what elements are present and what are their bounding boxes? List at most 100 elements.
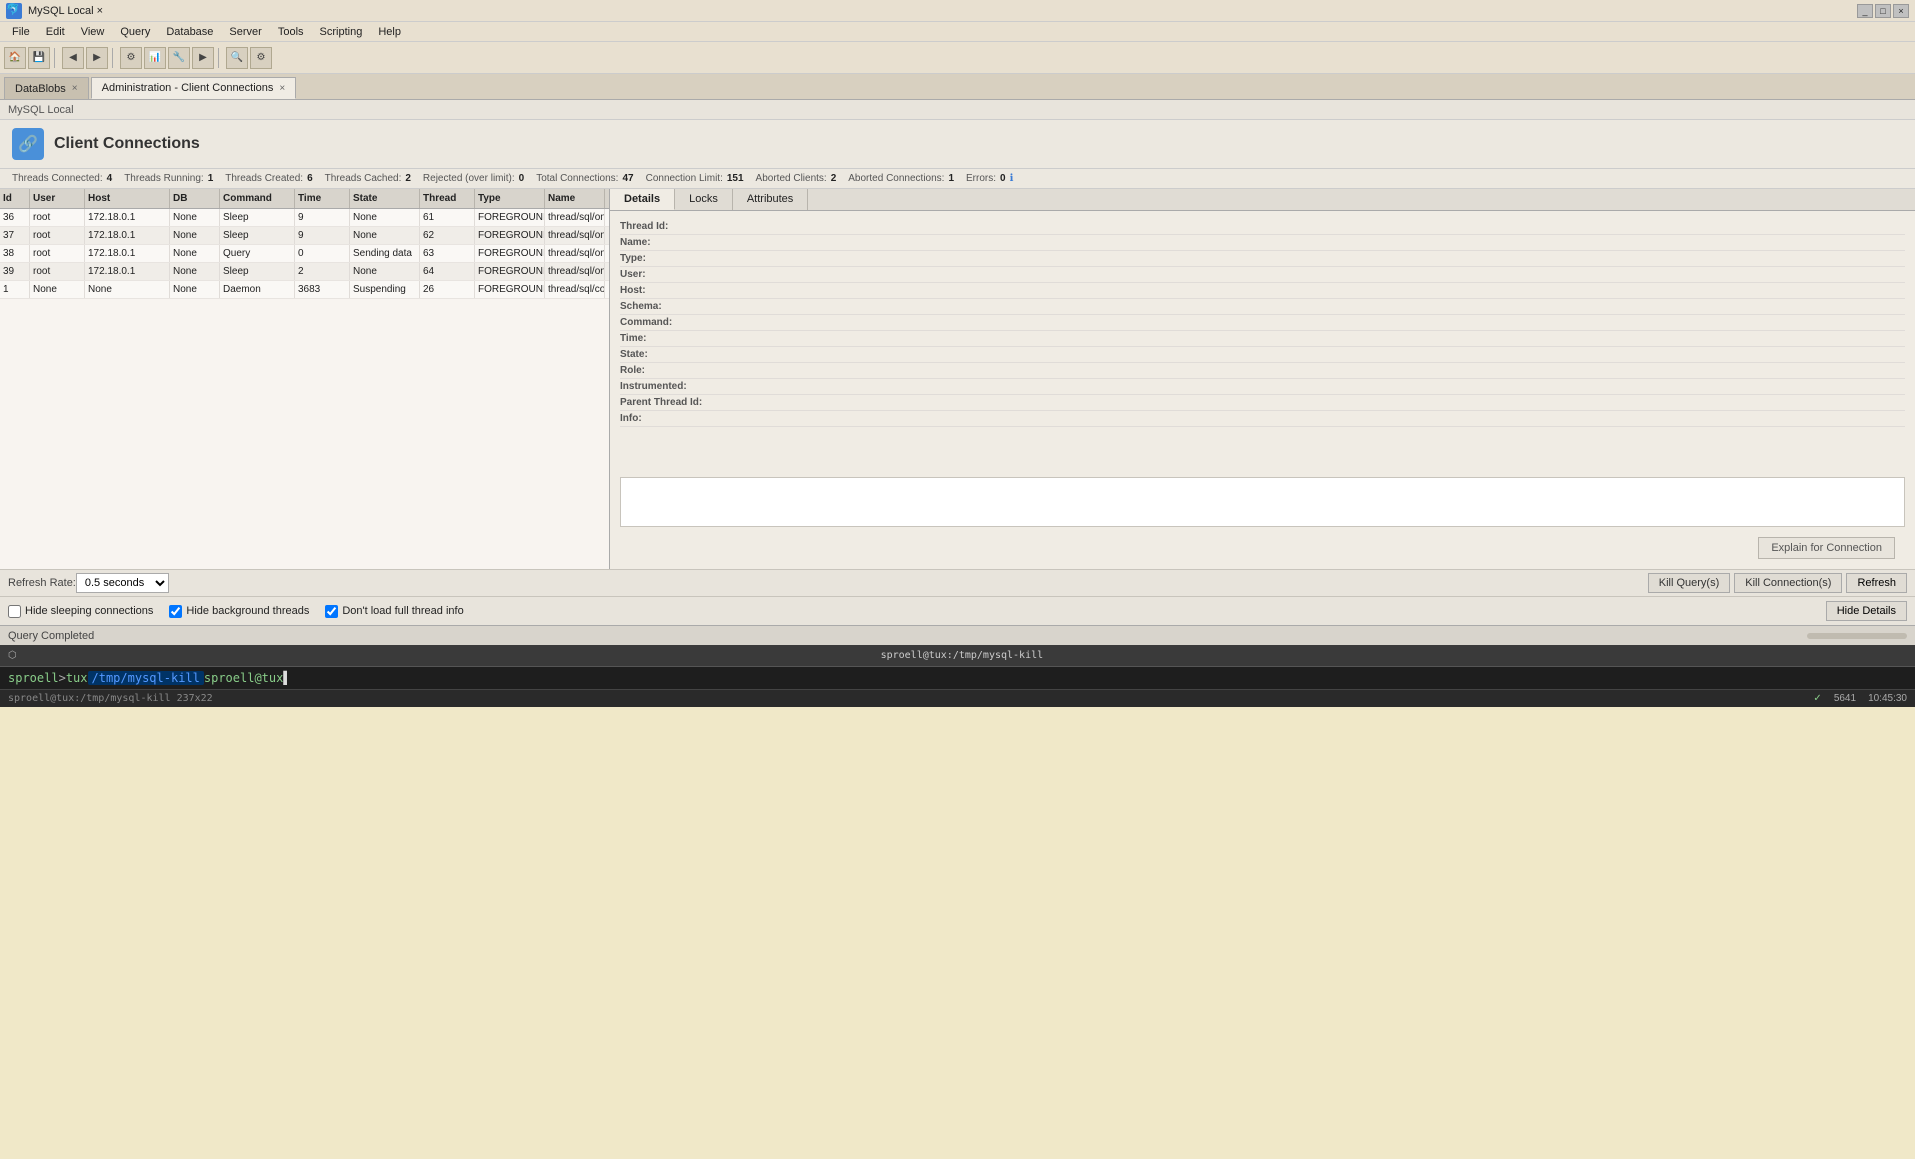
hide-background-checkbox-label[interactable]: Hide background threads: [169, 605, 309, 618]
toolbar-sep2: [112, 48, 116, 68]
menu-edit[interactable]: Edit: [38, 24, 73, 40]
toolbar-btn6[interactable]: ▶: [192, 47, 214, 69]
main-area: Id User Host DB Command Time State Threa…: [0, 189, 1915, 569]
table-cell-0-2: 172.18.0.1: [85, 209, 170, 226]
menu-database[interactable]: Database: [158, 24, 221, 40]
kill-query-button[interactable]: Kill Query(s): [1648, 573, 1731, 593]
hide-details-button[interactable]: Hide Details: [1826, 601, 1907, 621]
tab-bar: DataBlobs × Administration - Client Conn…: [0, 74, 1915, 100]
info-text-box[interactable]: [620, 477, 1905, 527]
terminal-container: ⬡ sproell@tux:/tmp/mysql-kill sproell > …: [0, 645, 1915, 707]
hide-sleeping-checkbox[interactable]: [8, 605, 21, 618]
detail-time: Time:: [620, 331, 1905, 347]
stat-aborted-clients: Aborted Clients: 2: [756, 173, 837, 184]
col-db[interactable]: DB: [170, 189, 220, 208]
table-cell-1-9: thread/sql/on: [545, 227, 605, 244]
table-cell-0-4: Sleep: [220, 209, 295, 226]
toolbar-search[interactable]: 🔍: [226, 47, 248, 69]
page-title: Client Connections: [54, 135, 200, 153]
table-cell-1-6: None: [350, 227, 420, 244]
refresh-rate-select[interactable]: Don't refresh0.5 seconds1 second2 second…: [76, 573, 169, 593]
toolbar-sep1: [54, 48, 58, 68]
toolbar-btn5[interactable]: 🔧: [168, 47, 190, 69]
dont-load-thread-checkbox[interactable]: [325, 605, 338, 618]
terminal-body[interactable]: sproell > tux /tmp/mysql-kill sproell@tu…: [0, 667, 1915, 689]
menu-server[interactable]: Server: [221, 24, 269, 40]
toolbar-home[interactable]: 🏠: [4, 47, 26, 69]
menu-help[interactable]: Help: [370, 24, 409, 40]
table-cell-1-0: 37: [0, 227, 30, 244]
terminal-path: /tmp/mysql-kill: [88, 671, 204, 685]
table-cell-3-7: 64: [420, 263, 475, 280]
table-row[interactable]: 36root172.18.0.1NoneSleep9None61FOREGROU…: [0, 209, 609, 227]
col-type[interactable]: Type: [475, 189, 545, 208]
table-row[interactable]: 38root172.18.0.1NoneQuery0Sending data63…: [0, 245, 609, 263]
tab-datablobs-close[interactable]: ×: [72, 83, 78, 94]
errors-info-icon[interactable]: ℹ: [1010, 173, 1014, 184]
col-id[interactable]: Id: [0, 189, 30, 208]
col-state[interactable]: State: [350, 189, 420, 208]
toolbar-forward[interactable]: ▶: [86, 47, 108, 69]
menu-file[interactable]: File: [4, 24, 38, 40]
menu-scripting[interactable]: Scripting: [312, 24, 371, 40]
tab-client-connections-close[interactable]: ×: [279, 83, 285, 94]
toolbar-settings[interactable]: ⚙: [250, 47, 272, 69]
detail-instrumented: Instrumented:: [620, 379, 1905, 395]
refresh-button[interactable]: Refresh: [1846, 573, 1907, 593]
dont-load-thread-checkbox-label[interactable]: Don't load full thread info: [325, 605, 463, 618]
table-cell-3-0: 39: [0, 263, 30, 280]
action-buttons: Kill Query(s) Kill Connection(s) Refresh: [1648, 573, 1907, 593]
terminal-time: 10:45:30: [1868, 693, 1907, 704]
toolbar-btn4[interactable]: 📊: [144, 47, 166, 69]
tab-datablobs[interactable]: DataBlobs ×: [4, 77, 89, 99]
table-cell-2-0: 38: [0, 245, 30, 262]
table-cell-0-6: None: [350, 209, 420, 226]
minimize-button[interactable]: _: [1857, 4, 1873, 18]
toolbar-btn3[interactable]: ⚙: [120, 47, 142, 69]
explain-connection-button[interactable]: Explain for Connection: [1758, 537, 1895, 559]
col-host[interactable]: Host: [85, 189, 170, 208]
tab-client-connections[interactable]: Administration - Client Connections ×: [91, 77, 297, 99]
col-user[interactable]: User: [30, 189, 85, 208]
table-cell-2-2: 172.18.0.1: [85, 245, 170, 262]
tab-locks[interactable]: Locks: [675, 189, 733, 210]
toolbar-save[interactable]: 💾: [28, 47, 50, 69]
table-row[interactable]: 1NoneNoneNoneDaemon3683Suspending26FOREG…: [0, 281, 609, 299]
stat-threads-created: Threads Created: 6: [225, 173, 312, 184]
details-tabs: Details Locks Attributes: [610, 189, 1915, 211]
stat-threads-connected: Threads Connected: 4: [12, 173, 112, 184]
col-thread[interactable]: Thread: [420, 189, 475, 208]
stat-errors: Errors: 0 ℹ: [966, 173, 1013, 184]
hide-sleeping-checkbox-label[interactable]: Hide sleeping connections: [8, 605, 153, 618]
kill-connection-button[interactable]: Kill Connection(s): [1734, 573, 1842, 593]
table-cell-2-9: thread/sql/on: [545, 245, 605, 262]
details-panel: Details Locks Attributes Thread Id: Name…: [610, 189, 1915, 569]
table-cell-1-3: None: [170, 227, 220, 244]
col-time[interactable]: Time: [295, 189, 350, 208]
menu-tools[interactable]: Tools: [270, 24, 312, 40]
table-cell-2-8: FOREGROUNI: [475, 245, 545, 262]
toolbar-back[interactable]: ◀: [62, 47, 84, 69]
col-command[interactable]: Command: [220, 189, 295, 208]
stat-threads-cached: Threads Cached: 2: [325, 173, 411, 184]
table-cell-0-3: None: [170, 209, 220, 226]
checkboxes-row: Hide sleeping connections Hide backgroun…: [0, 597, 1915, 625]
table-cell-3-2: 172.18.0.1: [85, 263, 170, 280]
table-cell-0-8: FOREGROUNI: [475, 209, 545, 226]
menu-query[interactable]: Query: [112, 24, 158, 40]
close-button[interactable]: ×: [1893, 4, 1909, 18]
terminal-pid: 5641: [1834, 693, 1856, 704]
col-name[interactable]: Name: [545, 189, 605, 208]
tab-attributes[interactable]: Attributes: [733, 189, 808, 210]
table-cell-0-7: 61: [420, 209, 475, 226]
detail-name: Name:: [620, 235, 1905, 251]
menu-view[interactable]: View: [73, 24, 113, 40]
table-cell-4-7: 26: [420, 281, 475, 298]
table-row[interactable]: 39root172.18.0.1NoneSleep2None64FOREGROU…: [0, 263, 609, 281]
detail-host: Host:: [620, 283, 1905, 299]
tab-details[interactable]: Details: [610, 189, 675, 210]
table-row[interactable]: 37root172.18.0.1NoneSleep9None62FOREGROU…: [0, 227, 609, 245]
app-icon: 🐬: [6, 3, 22, 19]
maximize-button[interactable]: □: [1875, 4, 1891, 18]
hide-background-checkbox[interactable]: [169, 605, 182, 618]
